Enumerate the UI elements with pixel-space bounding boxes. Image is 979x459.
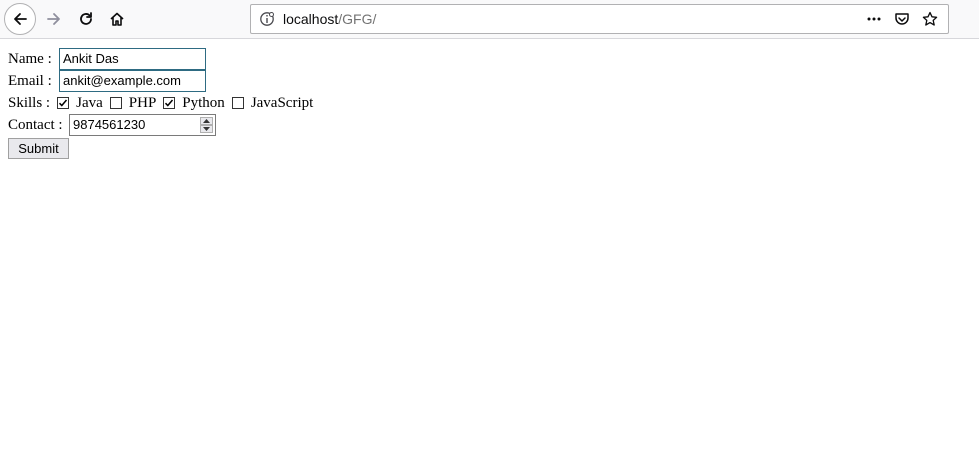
- reload-icon: [80, 12, 92, 25]
- pocket-icon: [895, 13, 909, 25]
- contact-row: Contact : 9874561230: [8, 114, 313, 136]
- star-icon: [922, 11, 938, 26]
- browser-toolbar: localhost/GFG/: [0, 0, 979, 39]
- forward-button[interactable]: [40, 5, 68, 33]
- more-dots-icon: [867, 17, 881, 21]
- back-button[interactable]: [4, 3, 36, 35]
- url-text[interactable]: localhost/GFG/: [283, 11, 376, 27]
- email-row: Email : ankit@example.com: [8, 70, 313, 92]
- pocket-button[interactable]: [888, 8, 916, 30]
- spin-up-icon: [203, 119, 210, 123]
- site-info-icon[interactable]: [259, 11, 275, 27]
- bookmark-button[interactable]: [916, 8, 944, 30]
- reload-button[interactable]: [72, 5, 100, 33]
- spin-up-button[interactable]: [200, 117, 213, 125]
- contact-label: Contact :: [8, 117, 63, 133]
- skills-row: Skills : Java PHP Python JavaScript: [8, 92, 313, 114]
- page-actions-button[interactable]: [860, 8, 888, 30]
- submit-row: Submit: [8, 136, 313, 159]
- spin-down-icon: [203, 127, 210, 131]
- checkbox-java[interactable]: [57, 97, 70, 109]
- url-host: localhost: [283, 11, 339, 27]
- submit-button[interactable]: Submit: [8, 138, 69, 159]
- skill-label-javascript: JavaScript: [250, 95, 314, 111]
- back-arrow-icon: [14, 13, 27, 25]
- checkbox-php[interactable]: [109, 97, 122, 109]
- checkbox-python[interactable]: [163, 97, 176, 109]
- forward-arrow-icon: [47, 13, 60, 25]
- skill-label-php: PHP: [128, 95, 157, 111]
- checkmark-icon: [59, 99, 68, 107]
- email-label: Email :: [8, 73, 52, 89]
- number-spinner: [200, 117, 213, 133]
- skill-label-java: Java: [76, 95, 103, 111]
- url-bar[interactable]: localhost/GFG/: [250, 4, 949, 34]
- email-input[interactable]: ankit@example.com: [59, 70, 206, 92]
- skill-label-python: Python: [182, 95, 225, 111]
- checkmark-icon: [165, 99, 174, 107]
- home-button[interactable]: [103, 5, 131, 33]
- name-row: Name : Ankit Das: [8, 48, 313, 70]
- checkbox-javascript[interactable]: [231, 97, 244, 109]
- spin-down-button[interactable]: [200, 125, 213, 133]
- home-icon: [110, 12, 124, 26]
- name-label: Name :: [8, 51, 52, 67]
- url-actions: [860, 8, 944, 30]
- contact-value: 9874561230: [73, 117, 146, 132]
- contact-input[interactable]: 9874561230: [69, 114, 216, 136]
- url-path: /GFG/: [338, 11, 377, 27]
- form-container: Name : Ankit Das Email : ankit@example.c…: [8, 48, 313, 159]
- skills-label: Skills :: [8, 95, 51, 111]
- name-input[interactable]: Ankit Das: [59, 48, 206, 70]
